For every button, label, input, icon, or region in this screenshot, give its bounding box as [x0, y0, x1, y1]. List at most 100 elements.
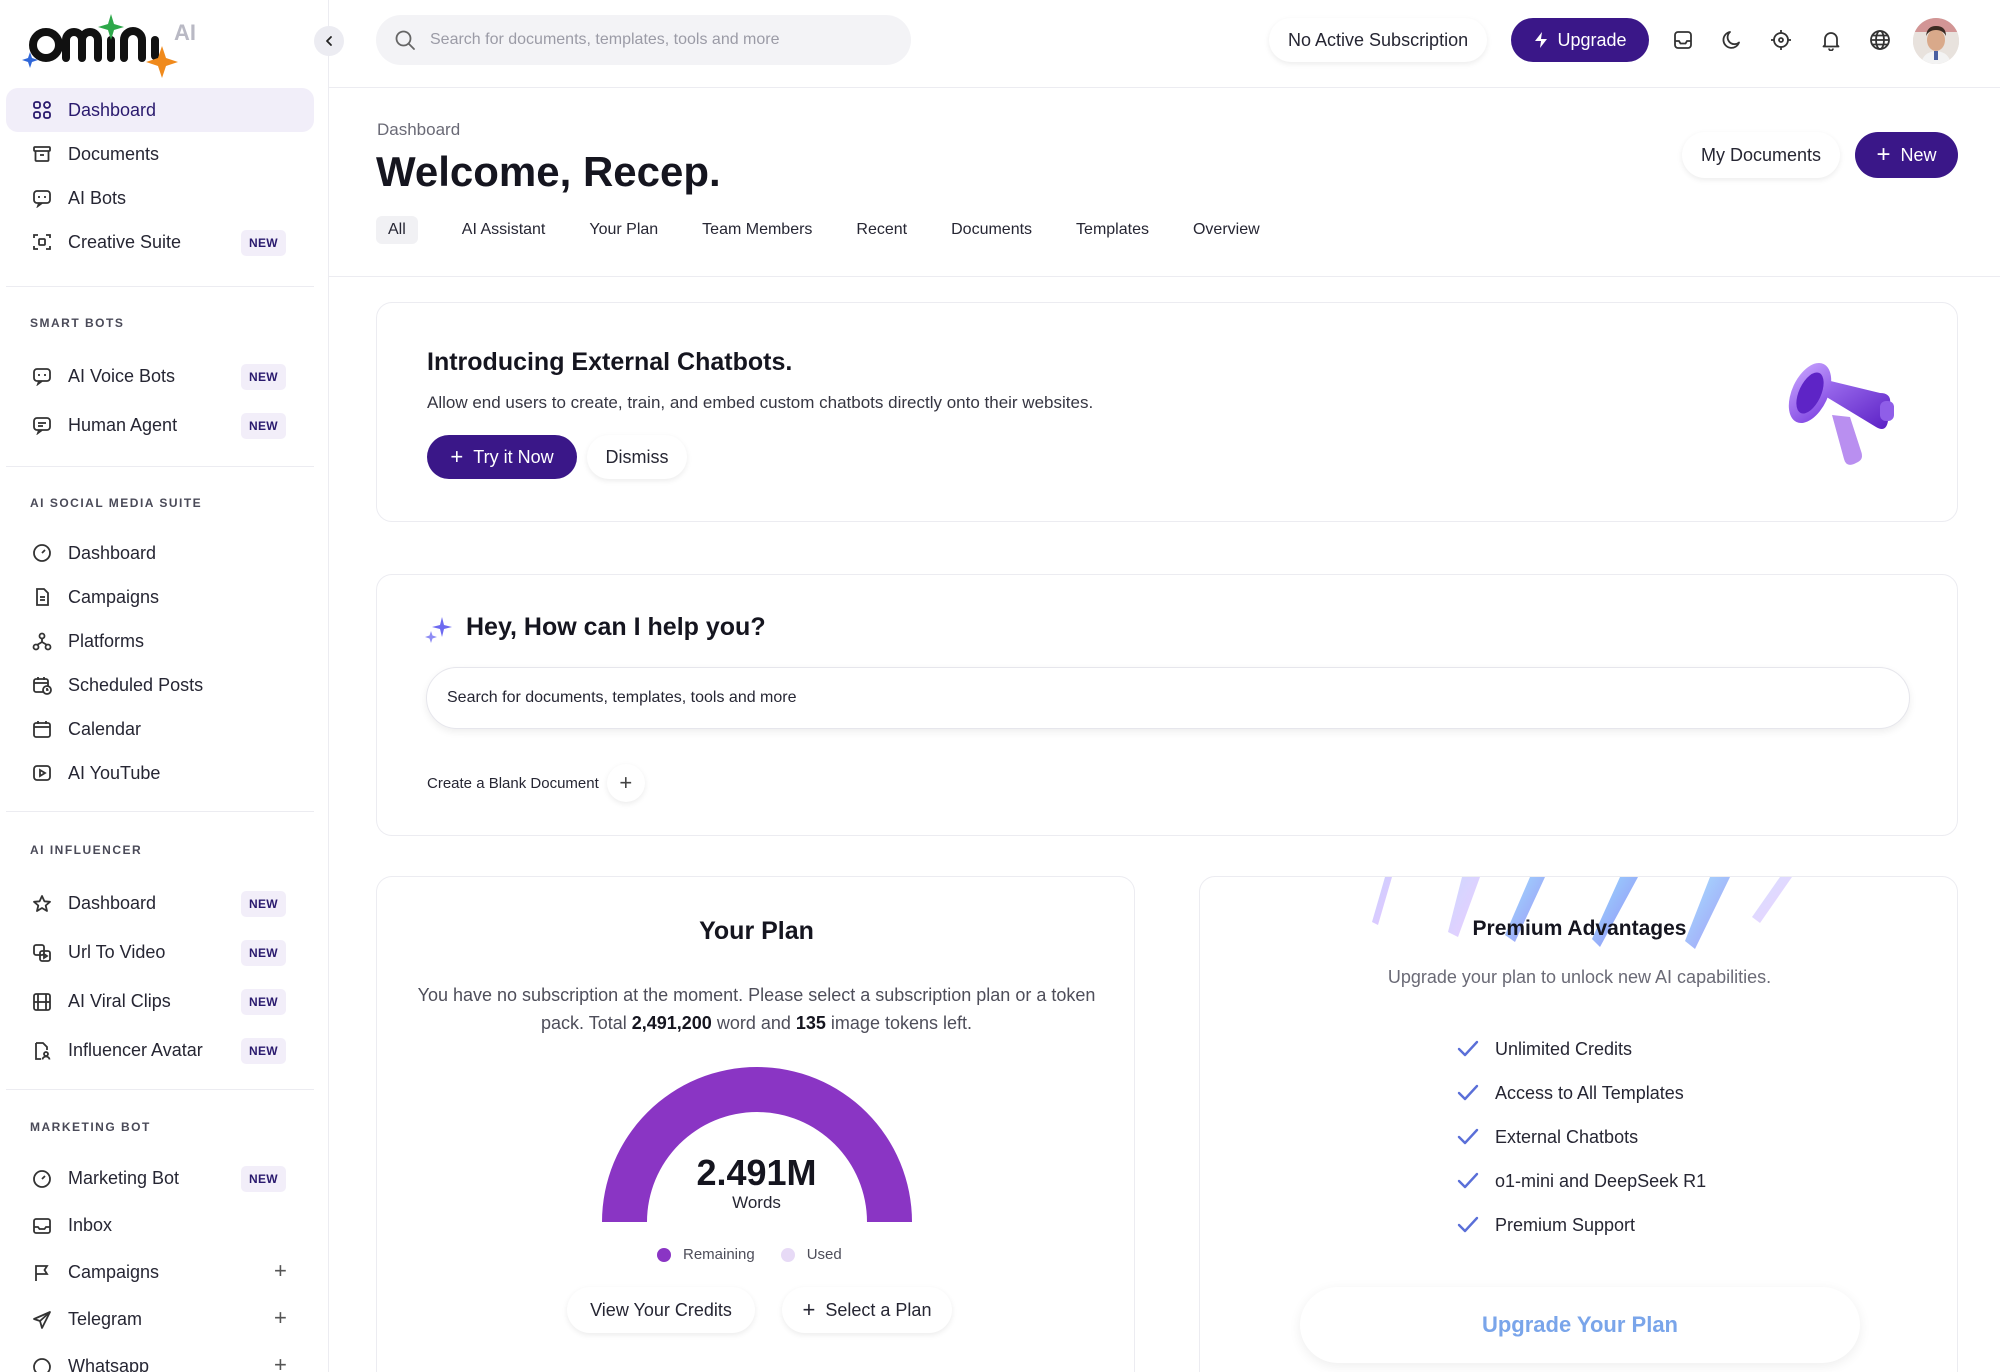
user-avatar[interactable]	[1913, 18, 1959, 64]
tab-recent[interactable]: Recent	[856, 216, 907, 244]
sidebar-item-label: Calendar	[68, 718, 142, 739]
sidebar-divider	[6, 466, 314, 467]
premium-features-list: Unlimited Credits Access to All Template…	[1457, 1027, 1706, 1247]
tab-overview[interactable]: Overview	[1193, 216, 1260, 244]
legend-used-label: Used	[806, 1246, 842, 1263]
chevron-left-icon	[326, 36, 332, 46]
chat-bot-icon	[31, 365, 53, 387]
sidebar-item-label: AI Viral Clips	[68, 991, 171, 1011]
sidebar-item-label: AI Voice Bots	[68, 365, 176, 386]
upgrade-label: Upgrade	[1557, 29, 1627, 50]
tab-documents[interactable]: Documents	[951, 216, 1032, 244]
sidebar-item-label: Campaigns	[68, 586, 160, 607]
sidebar-item-creative-suite[interactable]: Creative Suite NEW	[6, 220, 314, 264]
list-item: Access to All Templates	[1457, 1071, 1706, 1115]
section-title-social-suite: AI SOCIAL MEDIA SUITE	[30, 496, 203, 510]
sidebar-item-label: Whatsapp	[68, 1356, 150, 1372]
sidebar-item-ai-bots[interactable]: AI Bots	[6, 176, 314, 220]
list-item: o1-mini and DeepSeek R1	[1457, 1159, 1706, 1203]
upgrade-your-plan-button[interactable]: Upgrade Your Plan	[1300, 1287, 1860, 1363]
sidebar-divider	[6, 811, 314, 812]
sidebar-item-label: Telegram	[68, 1309, 143, 1329]
marketing-nav: Marketing Bot NEW Inbox Campaigns + Tele…	[6, 1155, 314, 1372]
sidebar-item-label: AI Bots	[68, 187, 127, 208]
tab-ai-assistant[interactable]: AI Assistant	[462, 216, 546, 244]
omini-ai-logo[interactable]: AI	[22, 12, 212, 82]
upgrade-button[interactable]: Upgrade	[1511, 18, 1649, 62]
focus-crosshair-icon[interactable]	[1769, 28, 1793, 52]
gauge-value: 2.491M	[696, 1152, 817, 1193]
sidebar-item-scheduled-posts[interactable]: Scheduled Posts	[6, 663, 314, 707]
sidebar-item-label: Platforms	[68, 630, 145, 651]
sidebar-item-influencer-avatar[interactable]: Influencer Avatar NEW	[6, 1026, 314, 1075]
feature-label: External Chatbots	[1495, 1126, 1639, 1147]
sidebar-item-social-dashboard[interactable]: Dashboard	[6, 531, 314, 575]
feature-label: o1-mini and DeepSeek R1	[1495, 1170, 1707, 1191]
tab-your-plan[interactable]: Your Plan	[589, 216, 658, 244]
try-it-now-button[interactable]: + Try it Now	[427, 435, 577, 479]
sidebar-item-dashboard[interactable]: Dashboard	[6, 88, 314, 132]
flag-icon	[31, 1262, 53, 1284]
new-badge: NEW	[241, 364, 286, 390]
notification-bell-icon[interactable]	[1819, 28, 1843, 52]
subscription-status[interactable]: No Active Subscription	[1269, 18, 1488, 62]
create-blank-document[interactable]: Create a Blank Document +	[427, 764, 645, 802]
add-blank-document-button[interactable]: +	[606, 764, 645, 802]
new-button[interactable]: + New	[1855, 132, 1958, 178]
sidebar-item-campaigns[interactable]: Campaigns	[6, 575, 314, 619]
send-icon	[31, 1309, 53, 1331]
sidebar-divider	[6, 286, 314, 287]
promo-text: Allow end users to create, train, and em…	[427, 393, 1094, 412]
main-nav: Dashboard Documents AI Bots Creative Sui…	[6, 88, 314, 264]
external-chatbots-promo-card: Introducing External Chatbots. Allow end…	[376, 302, 1958, 522]
expand-plus-icon[interactable]: +	[274, 1305, 287, 1331]
sidebar-item-url-to-video[interactable]: Url To Video NEW	[6, 928, 314, 977]
sidebar-item-label: Scheduled Posts	[68, 674, 204, 695]
tab-templates[interactable]: Templates	[1076, 216, 1149, 244]
sidebar-item-label: Human Agent	[68, 414, 178, 435]
sidebar-item-whatsapp[interactable]: Whatsapp +	[6, 1343, 314, 1372]
check-icon	[1457, 1040, 1479, 1057]
message-icon	[31, 414, 53, 436]
sidebar-item-documents[interactable]: Documents	[6, 132, 314, 176]
sidebar-item-label: Url To Video	[68, 942, 166, 962]
tab-all[interactable]: All	[376, 216, 418, 244]
expand-plus-icon[interactable]: +	[274, 1258, 287, 1284]
helper-search-input[interactable]: Search for documents, templates, tools a…	[426, 667, 1910, 729]
sidebar-item-inbox[interactable]: Inbox	[6, 1202, 314, 1249]
influencer-nav: Dashboard NEW Url To Video NEW AI Viral …	[6, 879, 314, 1075]
expand-plus-icon[interactable]: +	[274, 1352, 287, 1372]
gauge-legend: Remaining Used	[657, 1246, 868, 1263]
select-plan-label: Select a Plan	[825, 1299, 932, 1320]
sidebar-item-human-agent[interactable]: Human Agent NEW	[6, 403, 314, 447]
sidebar-item-ai-voice-bots[interactable]: AI Voice Bots NEW	[6, 354, 314, 398]
collapse-sidebar-button[interactable]	[314, 26, 344, 56]
sidebar-item-influencer-dashboard[interactable]: Dashboard NEW	[6, 879, 314, 928]
inbox-icon[interactable]	[1671, 28, 1695, 52]
my-documents-button[interactable]: My Documents	[1682, 132, 1841, 178]
view-credits-button[interactable]: View Your Credits	[567, 1287, 755, 1333]
sidebar-item-label: Marketing Bot	[68, 1168, 180, 1188]
sidebar-item-label: AI YouTube	[68, 762, 161, 783]
check-icon	[1457, 1084, 1479, 1101]
tab-team-members[interactable]: Team Members	[702, 216, 812, 244]
promo-title: Introducing External Chatbots.	[427, 348, 793, 376]
sidebar-item-marketing-campaigns[interactable]: Campaigns +	[6, 1249, 314, 1296]
dismiss-button[interactable]: Dismiss	[587, 435, 687, 479]
gauge-icon	[31, 542, 53, 564]
logo-ai-text: AI	[174, 20, 196, 45]
sidebar-item-ai-youtube[interactable]: AI YouTube	[6, 751, 314, 795]
sidebar-item-platforms[interactable]: Platforms	[6, 619, 314, 663]
breadcrumb[interactable]: Dashboard	[377, 120, 460, 140]
smart-bots-nav: AI Voice Bots NEW Human Agent NEW	[6, 354, 314, 447]
sidebar-item-telegram[interactable]: Telegram +	[6, 1296, 314, 1343]
premium-subtitle: Upgrade your plan to unlock new AI capab…	[1387, 967, 1772, 987]
language-globe-icon[interactable]	[1868, 28, 1892, 52]
sidebar-item-calendar[interactable]: Calendar	[6, 707, 314, 751]
sidebar-item-marketing-bot[interactable]: Marketing Bot NEW	[6, 1155, 314, 1202]
global-search-input[interactable]: Search for documents, templates, tools a…	[376, 15, 911, 65]
blank-doc-label: Create a Blank Document	[427, 774, 599, 792]
select-plan-button[interactable]: + Select a Plan	[782, 1287, 952, 1333]
sidebar-item-ai-viral-clips[interactable]: AI Viral Clips NEW	[6, 977, 314, 1026]
dark-mode-moon-icon[interactable]	[1720, 28, 1744, 52]
